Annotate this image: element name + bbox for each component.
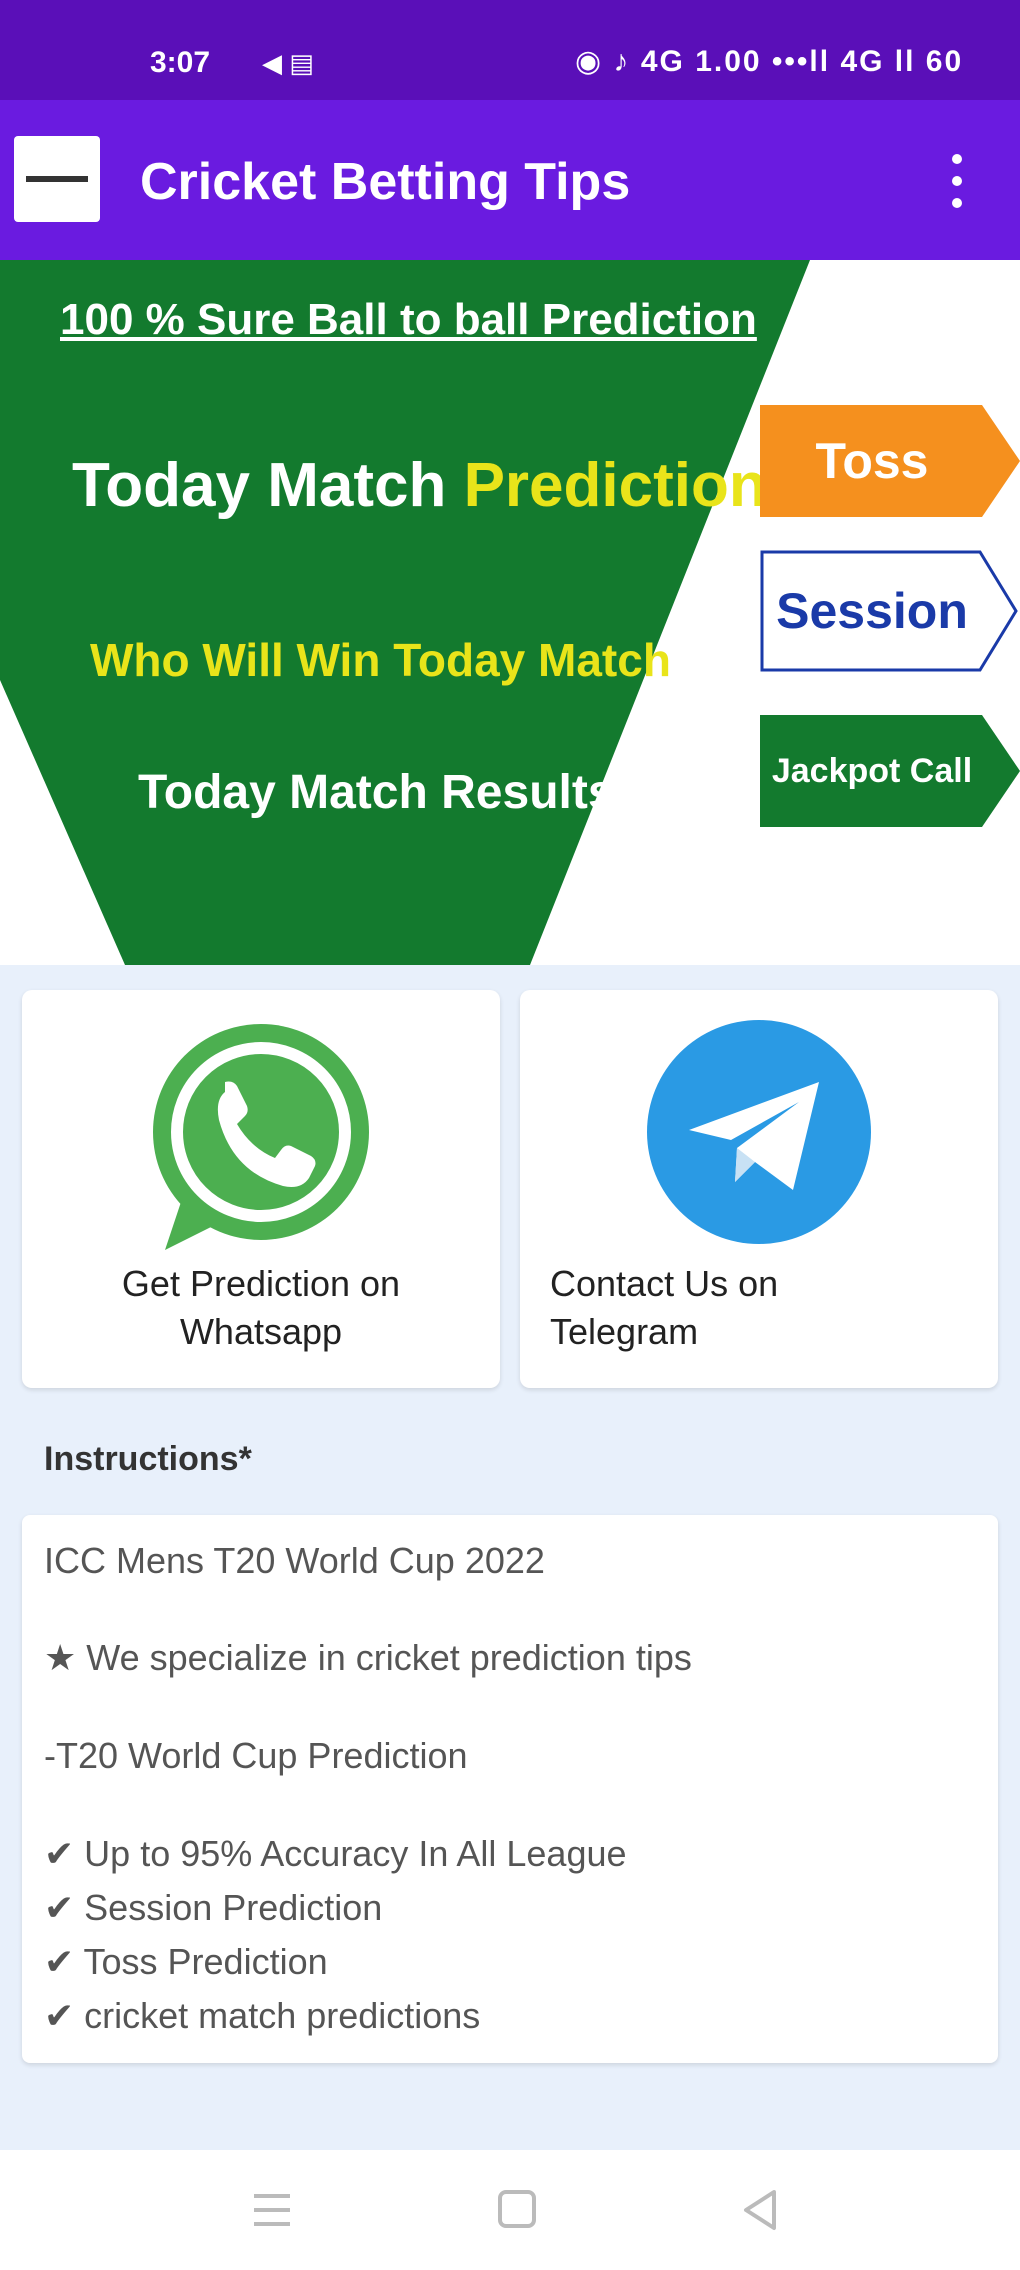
banner-title: Today Match Prediction [72, 451, 767, 520]
home-icon[interactable] [488, 2180, 548, 2240]
status-notification-icons: ◀ ▤ [262, 48, 314, 78]
telegram-card[interactable]: Contact Us on Telegram [520, 990, 998, 1388]
whatsapp-card[interactable]: Get Prediction on Whatsapp [22, 990, 500, 1388]
instruction-line: ★ We specialize in cricket prediction ti… [44, 1637, 692, 1678]
session-tag: Session [760, 550, 1020, 672]
app-logo [14, 136, 100, 222]
status-bar: 3:07 ◀ ▤ ◉ ♪ 4G 1.00 •••ll 4G ll 60 [0, 0, 1020, 100]
banner-headline: 100 % Sure Ball to ball Prediction [60, 295, 757, 344]
system-nav-bar [0, 2150, 1020, 2270]
toss-tag: Toss [760, 405, 1020, 517]
more-vert-icon[interactable] [940, 152, 972, 212]
instruction-line: ICC Mens T20 World Cup 2022 [44, 1540, 545, 1581]
telegram-label: Contact Us on Telegram [550, 1263, 779, 1352]
instruction-line: ✔ Up to 95% Accuracy In All League [44, 1833, 627, 1874]
instructions-title: Instructions* [44, 1440, 252, 1478]
instruction-line: -T20 World Cup Prediction [44, 1735, 468, 1776]
instruction-line: ✔ Toss Prediction [44, 1941, 328, 1982]
instructions-card: ICC Mens T20 World Cup 2022 ★ We special… [22, 1515, 998, 2063]
status-time: 3:07 [150, 46, 211, 79]
banner-results-text: Today Match Results [138, 766, 615, 819]
status-system-icons: ◉ ♪ 4G 1.00 •••ll 4G ll 60 [575, 45, 964, 78]
banner-subtitle: Who Will Win Today Match [90, 634, 671, 686]
whatsapp-icon [153, 1024, 369, 1250]
recents-icon[interactable] [242, 2180, 302, 2240]
back-icon[interactable] [730, 2180, 790, 2240]
instruction-line: ✔ Session Prediction [44, 1887, 383, 1928]
app-title: Cricket Betting Tips [140, 153, 631, 211]
instruction-line: ✔ cricket match predictions [44, 1995, 481, 2036]
app-bar: Cricket Betting Tips [0, 100, 1020, 260]
promo-banner[interactable]: 100 % Sure Ball to ball Prediction Today… [0, 260, 1020, 965]
telegram-icon [647, 1020, 871, 1244]
whatsapp-label: Get Prediction on Whatsapp [121, 1263, 401, 1352]
jackpot-call-tag: Jackpot Call [760, 715, 1020, 827]
